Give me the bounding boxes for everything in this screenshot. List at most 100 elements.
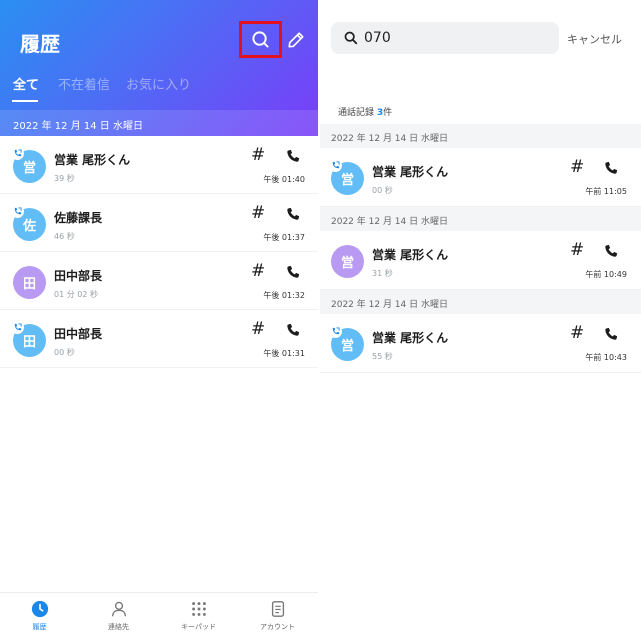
call-history-screen: 履歴 全て 不在着信 お気に入り 2022 年 12 月 14 日 水曜日 営 [0,0,318,638]
call-duration: 39 秒 [54,174,75,183]
contact-name: 田中部長 [54,269,103,283]
call-direction-icon [329,325,342,338]
avatar: 田 [13,266,46,299]
phone-icon[interactable] [286,149,300,163]
keypad-hash-button[interactable]: # [251,146,265,164]
keypad-hash-button[interactable]: # [251,320,265,338]
avatar-initial: 田 [22,335,36,350]
results-count: 通話記録 3件 [338,105,392,118]
call-duration: 00 秒 [372,186,393,195]
phone-icon[interactable] [286,323,300,337]
call-row[interactable]: 佐 佐藤課長 46 秒 # 午後 01:37 [0,194,318,252]
avatar-initial: 営 [340,173,354,188]
avatar: 営 [329,159,364,195]
bottom-navigation: 履歴 連絡先 キーパッド アカウント [0,592,318,638]
nav-label: アカウント [260,623,295,631]
search-results-screen: キャンセル 通話記録 3件 2022 年 12 月 14 日 水曜日 営 営業 … [320,0,641,638]
page-title: 履歴 [20,32,60,56]
keypad-hash-button[interactable]: # [251,204,265,222]
filter-tabs: 全て 不在着信 お気に入り [0,74,318,102]
date-header: 2022 年 12 月 14 日 水曜日 [320,207,641,231]
call-time: 午前 10:43 [585,353,627,362]
nav-label: キーパッド [181,623,216,631]
avatar-initial: 営 [340,256,354,271]
contact-name: 営業 尾形くん [372,331,449,345]
call-direction-icon [329,159,342,172]
phone-icon[interactable] [286,207,300,221]
date-header: 2022 年 12 月 14 日 水曜日 [320,124,641,148]
contact-name: 営業 尾形くん [372,248,449,262]
call-duration: 46 秒 [54,232,75,241]
results-prefix: 通話記録 [338,108,375,118]
nav-history[interactable]: 履歴 [0,593,79,638]
avatar: 営 [331,245,364,278]
active-tab-indicator [12,100,38,102]
date-header: 2022 年 12 月 14 日 水曜日 [0,110,318,136]
cancel-button[interactable]: キャンセル [567,31,622,47]
avatar-initial: 田 [22,277,36,292]
call-time: 午前 11:05 [585,187,627,196]
avatar: 営 [329,325,364,361]
call-direction-icon [11,205,24,218]
call-duration: 31 秒 [372,269,393,278]
account-document-icon [268,599,287,618]
nav-label: 連絡先 [108,623,129,631]
contacts-person-icon [109,599,128,618]
phone-icon[interactable] [286,265,300,279]
call-time: 午後 01:37 [263,233,305,242]
search-input[interactable] [364,27,550,49]
date-header: 2022 年 12 月 14 日 水曜日 [320,290,641,314]
contact-name: 営業 尾形くん [372,165,449,179]
history-clock-icon [30,599,49,618]
nav-label: 履歴 [32,623,47,631]
keypad-hash-button[interactable]: # [251,262,265,280]
avatar: 営 [11,147,46,183]
keypad-icon [189,599,208,618]
call-time: 午後 01:40 [263,175,305,184]
search-icon [344,31,358,45]
keypad-hash-button[interactable]: # [570,158,584,176]
tab-missed[interactable]: 不在着信 [58,74,110,93]
nav-keypad[interactable]: キーパッド [159,593,238,638]
search-results-list: 2022 年 12 月 14 日 水曜日 営 営業 尾形くん 00 秒 # 午前… [320,124,641,373]
avatar-initial: 佐 [22,219,36,234]
phone-icon[interactable] [604,244,618,258]
avatar: 田 [11,321,46,357]
contact-name: 営業 尾形くん [54,153,131,167]
result-row[interactable]: 営 営業 尾形くん 31 秒 # 午前 10:49 [320,231,641,290]
call-time: 午前 10:49 [585,270,627,279]
result-row[interactable]: 営 営業 尾形くん 55 秒 # 午前 10:43 [320,314,641,373]
call-duration: 00 秒 [54,348,75,357]
phone-icon[interactable] [604,161,618,175]
nav-account[interactable]: アカウント [238,593,317,638]
avatar: 佐 [11,205,46,241]
history-header: 履歴 全て 不在着信 お気に入り 2022 年 12 月 14 日 水曜日 [0,0,318,136]
call-direction-icon [11,321,24,334]
call-history-list: 営 営業 尾形くん 39 秒 # 午後 01:40 佐 佐藤課長 46 秒 # [0,136,318,368]
call-row[interactable]: 田 田中部長 00 秒 # 午後 01:31 [0,310,318,368]
call-duration: 55 秒 [372,352,393,361]
search-bar [331,22,559,54]
search-button[interactable] [239,21,282,58]
contact-name: 佐藤課長 [54,211,103,225]
search-icon [252,31,269,48]
nav-contacts[interactable]: 連絡先 [79,593,158,638]
avatar-initial: 営 [340,339,354,354]
keypad-hash-button[interactable]: # [570,324,584,342]
avatar-initial: 営 [22,161,36,176]
edit-button[interactable] [286,29,306,51]
call-time: 午後 01:31 [263,349,305,358]
call-row[interactable]: 田 田中部長 01 分 02 秒 # 午後 01:32 [0,252,318,310]
pencil-icon [288,32,304,48]
call-time: 午後 01:32 [263,291,305,300]
contact-name: 田中部長 [54,327,103,341]
result-row[interactable]: 営 営業 尾形くん 00 秒 # 午前 11:05 [320,148,641,207]
call-direction-icon [11,147,24,160]
tab-favorites[interactable]: お気に入り [126,74,191,93]
phone-icon[interactable] [604,327,618,341]
tab-all[interactable]: 全て [13,74,39,93]
results-suffix: 件 [383,108,393,118]
call-row[interactable]: 営 営業 尾形くん 39 秒 # 午後 01:40 [0,136,318,194]
keypad-hash-button[interactable]: # [570,241,584,259]
call-duration: 01 分 02 秒 [54,290,98,299]
